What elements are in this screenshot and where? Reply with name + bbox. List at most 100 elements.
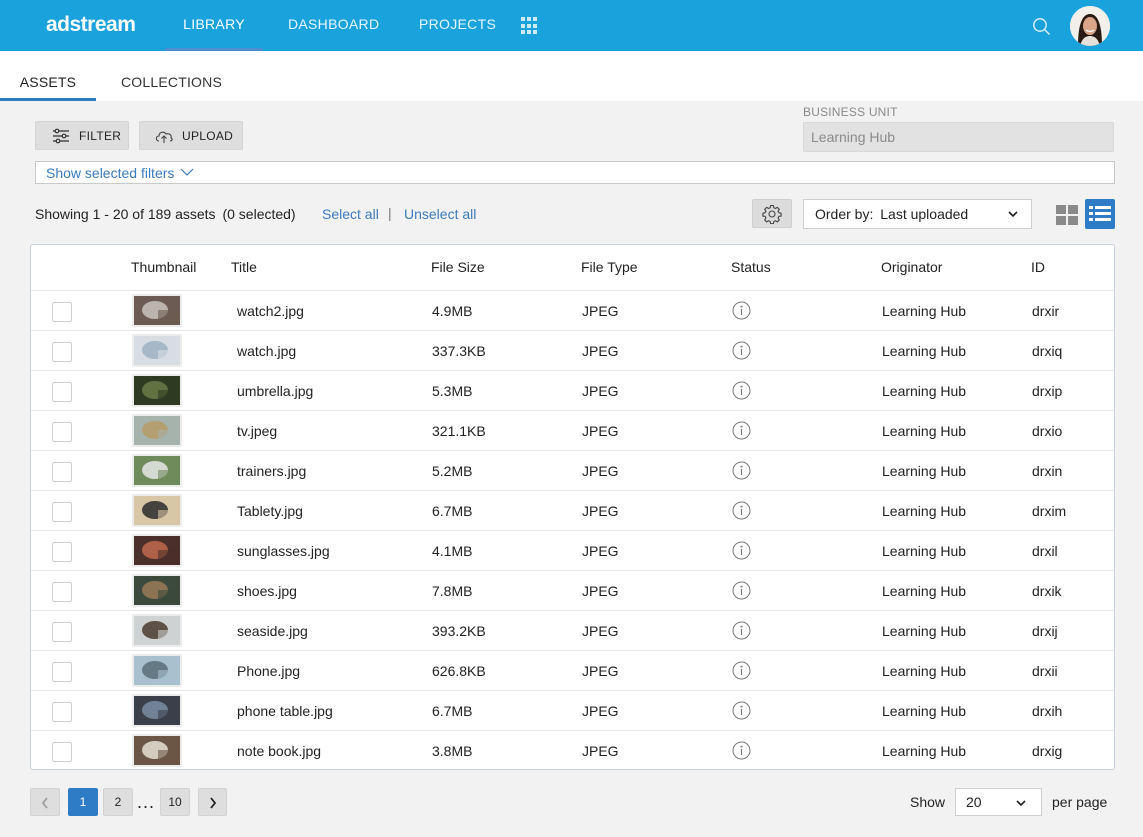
- show-selected-filters-link[interactable]: Show selected filters: [46, 165, 174, 181]
- asset-thumbnail[interactable]: [132, 734, 182, 767]
- tab-collections[interactable]: COLLECTIONS: [121, 51, 222, 101]
- table-row[interactable]: phone table.jpg 6.7MB JPEG Learning Hub drxi…: [31, 690, 1114, 730]
- info-icon[interactable]: [732, 501, 751, 520]
- list-view-button[interactable]: [1085, 199, 1115, 229]
- table-row[interactable]: sunglasses.jpg 4.1MB JPEG Learning Hub drxil: [31, 530, 1114, 570]
- asset-title[interactable]: watch2.jpg: [237, 303, 304, 319]
- asset-title[interactable]: phone table.jpg: [237, 703, 333, 719]
- asset-thumbnail[interactable]: [132, 534, 182, 567]
- info-icon[interactable]: [732, 301, 751, 320]
- row-checkbox[interactable]: [52, 622, 72, 642]
- asset-thumbnail[interactable]: [132, 374, 182, 407]
- table-row[interactable]: shoes.jpg 7.8MB JPEG Learning Hub drxik: [31, 570, 1114, 610]
- row-checkbox[interactable]: [52, 342, 72, 362]
- row-checkbox[interactable]: [52, 422, 72, 442]
- settings-button[interactable]: [752, 199, 792, 228]
- info-icon[interactable]: [732, 421, 751, 440]
- next-page-button[interactable]: [198, 788, 227, 816]
- adstream-logo[interactable]: adstream: [46, 13, 136, 37]
- asset-id: drxim: [1032, 503, 1067, 519]
- asset-title[interactable]: tv.jpeg: [237, 423, 277, 439]
- info-icon[interactable]: [732, 621, 751, 640]
- info-icon[interactable]: [732, 741, 751, 760]
- page-2-button[interactable]: 2: [103, 788, 133, 816]
- asset-file-size: 5.2MB: [432, 463, 473, 479]
- per-page-select[interactable]: 20: [955, 788, 1042, 816]
- info-icon[interactable]: [732, 701, 751, 720]
- row-checkbox[interactable]: [52, 742, 72, 762]
- asset-thumbnail[interactable]: [132, 694, 182, 727]
- row-checkbox[interactable]: [52, 702, 72, 722]
- sub-tabs: ASSETS COLLECTIONS: [0, 51, 1143, 101]
- asset-thumbnail[interactable]: [132, 414, 182, 447]
- asset-file-size: 6.7MB: [432, 503, 473, 519]
- chevron-down-icon[interactable]: [180, 167, 194, 177]
- row-checkbox[interactable]: [52, 302, 72, 322]
- nav-library[interactable]: LIBRARY: [165, 0, 263, 51]
- asset-file-type: JPEG: [582, 503, 619, 519]
- asset-title[interactable]: Tablety.jpg: [237, 503, 303, 519]
- page-1-button[interactable]: 1: [68, 788, 98, 816]
- prev-page-button[interactable]: [30, 788, 60, 816]
- filter-button-label: FILTER: [79, 128, 122, 143]
- per-page-label: per page: [1052, 794, 1108, 810]
- tab-assets[interactable]: ASSETS: [0, 51, 96, 101]
- order-by-select[interactable]: Order by: Last uploaded: [803, 199, 1032, 229]
- info-icon[interactable]: [732, 581, 751, 600]
- upload-button[interactable]: UPLOAD: [139, 121, 243, 150]
- asset-title[interactable]: umbrella.jpg: [237, 383, 313, 399]
- grid-view-icon[interactable]: [1056, 205, 1078, 225]
- unselect-all-link[interactable]: Unselect all: [404, 206, 476, 222]
- asset-title[interactable]: note book.jpg: [237, 743, 321, 759]
- asset-title[interactable]: sunglasses.jpg: [237, 543, 330, 559]
- apps-grid-icon[interactable]: [521, 17, 539, 35]
- asset-thumbnail[interactable]: [132, 614, 182, 647]
- info-icon[interactable]: [732, 461, 751, 480]
- row-checkbox[interactable]: [52, 382, 72, 402]
- asset-thumbnail[interactable]: [132, 294, 182, 327]
- asset-title[interactable]: seaside.jpg: [237, 623, 308, 639]
- nav-projects[interactable]: PROJECTS: [419, 0, 496, 51]
- row-checkbox[interactable]: [52, 542, 72, 562]
- info-icon[interactable]: [732, 341, 751, 360]
- business-unit-label: BUSINESS UNIT: [803, 105, 898, 119]
- page-10-button[interactable]: 10: [160, 788, 190, 816]
- table-row[interactable]: watch2.jpg 4.9MB JPEG Learning Hub drxir: [31, 290, 1114, 330]
- filter-button[interactable]: FILTER: [35, 121, 129, 150]
- table-row[interactable]: tv.jpeg 321.1KB JPEG Learning Hub drxio: [31, 410, 1114, 450]
- row-checkbox[interactable]: [52, 502, 72, 522]
- table-row[interactable]: trainers.jpg 5.2MB JPEG Learning Hub drxin: [31, 450, 1114, 490]
- asset-thumbnail[interactable]: [132, 574, 182, 607]
- asset-title[interactable]: watch.jpg: [237, 343, 296, 359]
- asset-thumbnail[interactable]: [132, 494, 182, 527]
- column-header-thumbnail: Thumbnail: [131, 259, 197, 275]
- row-checkbox[interactable]: [52, 582, 72, 602]
- search-icon[interactable]: [1032, 17, 1051, 36]
- asset-thumbnail[interactable]: [132, 334, 182, 367]
- table-row[interactable]: seaside.jpg 393.2KB JPEG Learning Hub drxij: [31, 610, 1114, 650]
- asset-thumbnail[interactable]: [132, 454, 182, 487]
- user-avatar[interactable]: [1070, 6, 1110, 46]
- order-by-value: Last uploaded: [880, 206, 969, 222]
- column-header-originator: Originator: [881, 259, 943, 275]
- asset-thumbnail[interactable]: [132, 654, 182, 687]
- info-icon[interactable]: [732, 661, 751, 680]
- asset-originator: Learning Hub: [882, 663, 967, 679]
- table-row[interactable]: Tablety.jpg 6.7MB JPEG Learning Hub drxim: [31, 490, 1114, 530]
- asset-title[interactable]: trainers.jpg: [237, 463, 306, 479]
- asset-title[interactable]: Phone.jpg: [237, 663, 300, 679]
- table-row[interactable]: Phone.jpg 626.8KB JPEG Learning Hub drxii: [31, 650, 1114, 690]
- select-all-link[interactable]: Select all: [322, 206, 379, 222]
- row-checkbox[interactable]: [52, 662, 72, 682]
- info-icon[interactable]: [732, 541, 751, 560]
- table-row[interactable]: note book.jpg 3.8MB JPEG Learning Hub drxig: [31, 730, 1114, 769]
- nav-dashboard[interactable]: DASHBOARD: [288, 0, 379, 51]
- asset-title[interactable]: shoes.jpg: [237, 583, 297, 599]
- info-icon[interactable]: [732, 381, 751, 400]
- upload-button-label: UPLOAD: [182, 128, 234, 143]
- asset-file-type: JPEG: [582, 383, 619, 399]
- assets-table: Thumbnail Title File Size File Type Stat…: [30, 244, 1115, 770]
- table-row[interactable]: umbrella.jpg 5.3MB JPEG Learning Hub drxip: [31, 370, 1114, 410]
- table-row[interactable]: watch.jpg 337.3KB JPEG Learning Hub drxiq: [31, 330, 1114, 370]
- row-checkbox[interactable]: [52, 462, 72, 482]
